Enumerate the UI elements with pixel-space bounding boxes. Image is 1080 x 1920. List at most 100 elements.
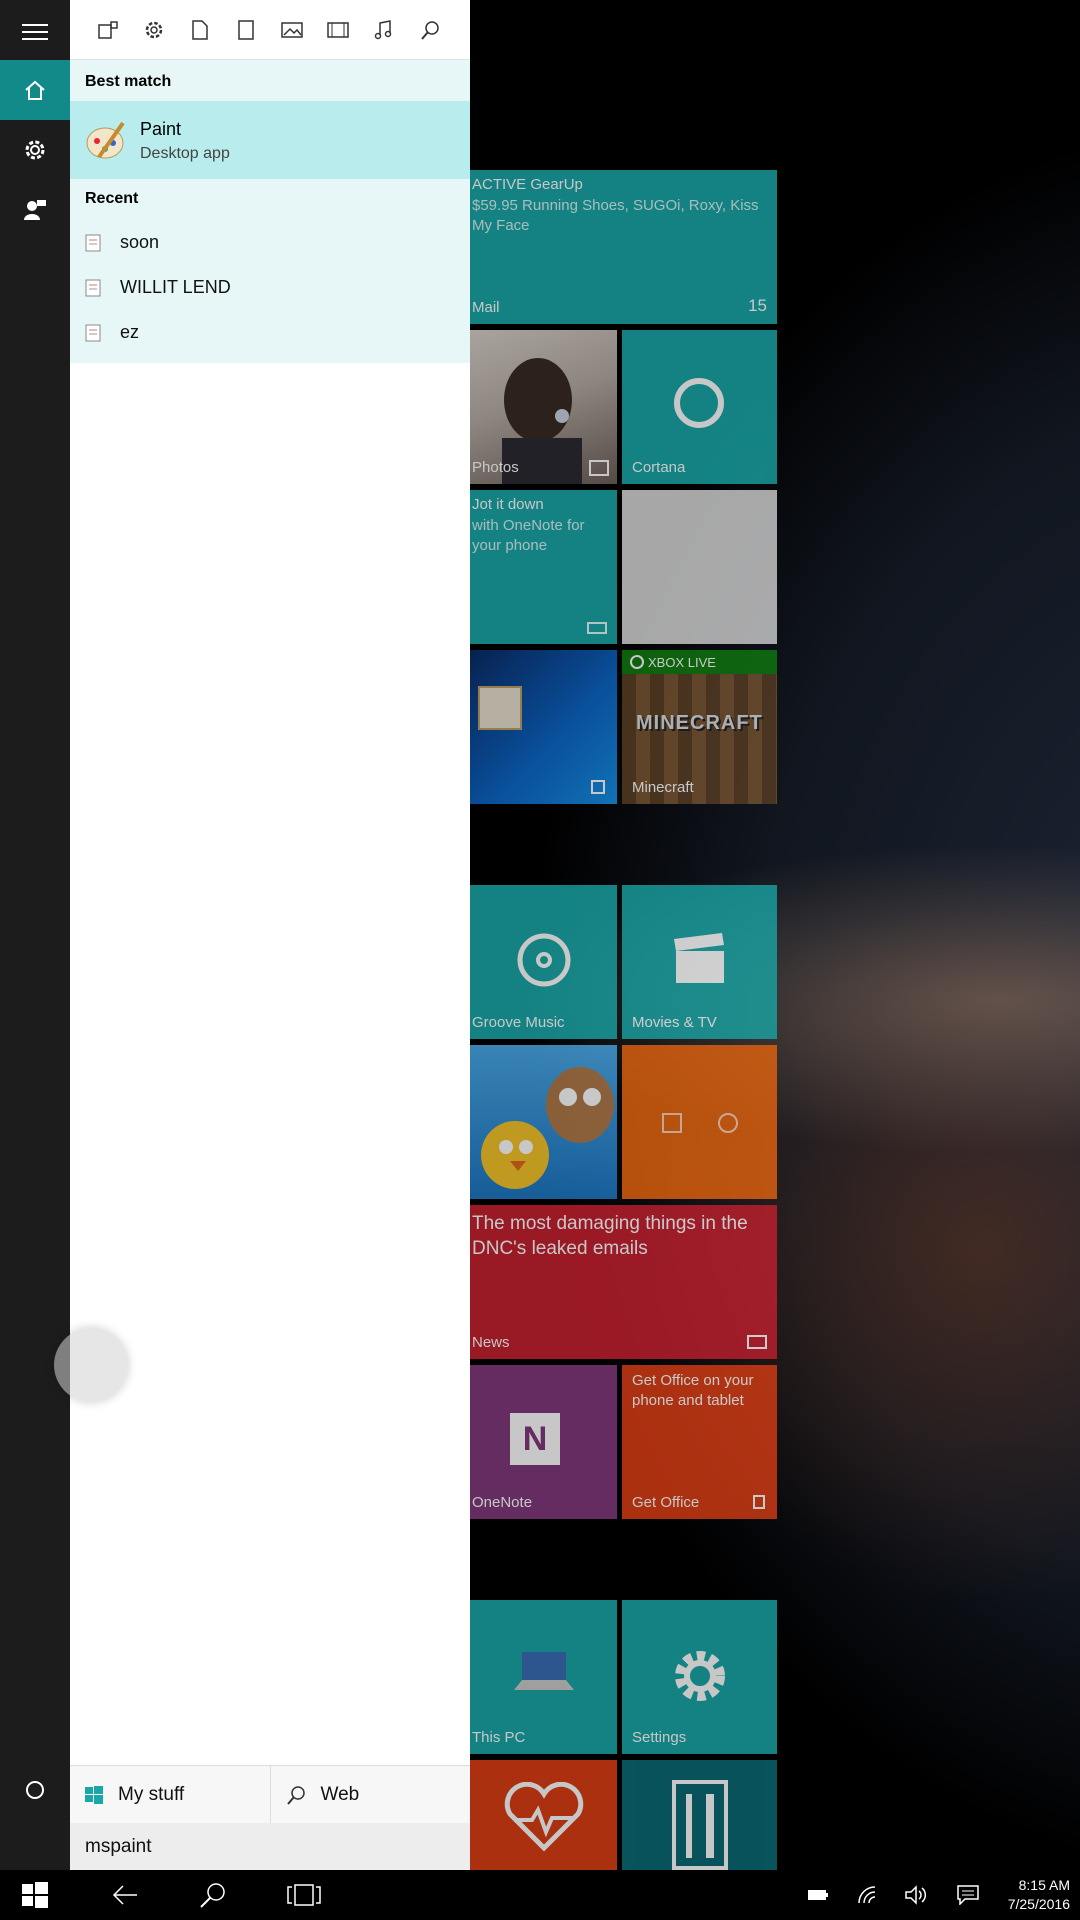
fork-knife-icon	[672, 1780, 728, 1870]
tile-this-pc-label: This PC	[472, 1729, 526, 1746]
tile-health[interactable]	[470, 1760, 617, 1870]
back-button[interactable]	[96, 1870, 154, 1920]
tile-onenote-label: OneNote	[472, 1494, 533, 1511]
battery-button[interactable]	[800, 1870, 836, 1920]
tile-solitaire[interactable]	[470, 650, 617, 804]
tile-onenote-jot[interactable]: Jot it down with OneNote for your phone	[470, 490, 617, 644]
action-center-button[interactable]	[950, 1870, 986, 1920]
music-filter-icon	[374, 19, 392, 39]
search-input[interactable]: mspaint	[70, 1823, 470, 1870]
settings-filter-icon	[145, 21, 163, 38]
tile-mail-label: Mail	[472, 299, 500, 316]
volume-button[interactable]	[898, 1870, 934, 1920]
search-panel: Best match Paint Desktop app Recent soon…	[70, 0, 470, 1870]
app-glyph-icon	[662, 1113, 682, 1133]
recent-item[interactable]: WILLIT LEND	[70, 265, 470, 310]
windows-start-icon	[22, 1882, 48, 1908]
cortana-button[interactable]	[0, 1760, 70, 1820]
recent-item-label: soon	[120, 232, 160, 252]
mail-tile-line2: $59.95 Running Shoes, SUGOi, Roxy, Kiss …	[472, 197, 759, 234]
my-stuff-button[interactable]: My stuff	[70, 1766, 270, 1823]
xbox-live-badge: XBOX LIVE	[648, 654, 716, 670]
touch-indicator	[54, 1328, 128, 1402]
tile-mail[interactable]: ACTIVE GearUp $59.95 Running Shoes, SUGO…	[470, 170, 777, 324]
tile-movies-label: Movies & TV	[632, 1014, 717, 1031]
tile-cortana-label: Cortana	[632, 459, 686, 476]
folders-filter-icon	[238, 19, 254, 40]
notebook-settings-button[interactable]	[0, 120, 70, 180]
cortana-rail	[0, 0, 70, 1870]
apps-filter-icon	[98, 20, 118, 39]
tile-groove[interactable]: Groove Music	[470, 885, 617, 1039]
tile-cortana[interactable]: Cortana	[622, 330, 777, 484]
tile-movies[interactable]: Movies & TV	[622, 885, 777, 1039]
tile-news[interactable]: The most damaging things in the DNC's le…	[470, 1205, 777, 1359]
clock-time: 8:15 AM	[1018, 1877, 1070, 1893]
newspaper-icon	[747, 1335, 767, 1349]
hamburger-icon	[22, 24, 48, 40]
settings-icon	[25, 140, 45, 160]
tile-food[interactable]	[622, 1760, 777, 1870]
minecraft-logo: MINECRAFT	[636, 712, 763, 734]
paint-app-icon	[86, 121, 125, 159]
news-headline: The most damaging things in the DNC's le…	[472, 1213, 748, 1259]
tile-game-cartoon[interactable]	[470, 1045, 617, 1199]
best-match-paint[interactable]: Paint Desktop app	[70, 101, 470, 179]
recent-item[interactable]: ez	[70, 310, 470, 355]
web-filter-icon	[421, 20, 439, 40]
web-label: Web	[320, 1783, 360, 1805]
tile-settings[interactable]: Settings	[622, 1600, 777, 1754]
my-stuff-label: My stuff	[118, 1783, 185, 1805]
network-button[interactable]	[850, 1870, 886, 1920]
onenote-logo-icon: N	[510, 1413, 560, 1465]
recent-item[interactable]: soon	[70, 220, 470, 265]
web-button[interactable]: Web	[269, 1766, 471, 1823]
wifi-icon	[858, 1886, 876, 1904]
tile-blank[interactable]	[622, 490, 777, 644]
clock[interactable]: 8:15 AM 7/25/2016	[1008, 1876, 1070, 1914]
start-button[interactable]	[6, 1870, 64, 1920]
tile-get-office[interactable]: Get Office on your phone and tablet Get …	[622, 1365, 777, 1519]
menu-button[interactable]	[0, 2, 70, 62]
tile-onenote[interactable]: N OneNote	[470, 1365, 617, 1519]
web-filter-button[interactable]	[407, 0, 453, 60]
xbox-live-bar: XBOX LIVE	[622, 650, 777, 674]
onenote-jot-line2: with OneNote for your phone	[472, 517, 585, 554]
settings-filter-button[interactable]	[131, 0, 177, 60]
folders-filter-button[interactable]	[223, 0, 269, 60]
tile-photos[interactable]: Photos	[470, 330, 617, 484]
search-icon	[200, 1883, 225, 1908]
videos-filter-button[interactable]	[315, 0, 361, 60]
tile-minecraft[interactable]: XBOX LIVE MINECRAFT Minecraft	[622, 650, 777, 804]
phone-device-icon	[587, 622, 607, 634]
mail-count-badge: 15	[748, 296, 767, 315]
task-view-button[interactable]	[275, 1870, 333, 1920]
photos-filter-icon	[281, 21, 303, 38]
volume-icon	[905, 1885, 927, 1905]
feedback-icon	[24, 200, 46, 220]
photos-filter-button[interactable]	[269, 0, 315, 60]
battery-icon	[808, 1890, 828, 1900]
office-promo-text: Get Office on your phone and tablet	[632, 1372, 754, 1409]
cards-image	[478, 686, 522, 730]
clapperboard-icon	[674, 933, 724, 983]
documents-filter-button[interactable]	[177, 0, 223, 60]
tile-orange-app[interactable]	[622, 1045, 777, 1199]
tile-this-pc[interactable]: This PC	[470, 1600, 617, 1754]
tile-news-label: News	[472, 1334, 510, 1351]
photos-glyph-icon	[589, 460, 609, 476]
tile-minecraft-label: Minecraft	[632, 779, 694, 796]
taskbar: 8:15 AM 7/25/2016	[0, 1870, 1080, 1920]
office-logo-icon	[753, 1495, 765, 1509]
groove-disc-icon	[517, 933, 571, 987]
best-match-subtitle: Desktop app	[140, 145, 230, 162]
windows-logo-icon	[85, 1785, 103, 1804]
documents-filter-icon	[192, 19, 208, 40]
feedback-button[interactable]	[0, 180, 70, 240]
xbox-logo-icon	[630, 655, 644, 669]
tile-groove-label: Groove Music	[472, 1014, 565, 1031]
home-button[interactable]	[0, 60, 70, 120]
search-taskbar-button[interactable]	[184, 1870, 242, 1920]
music-filter-button[interactable]	[361, 0, 407, 60]
apps-filter-button[interactable]	[85, 0, 131, 60]
